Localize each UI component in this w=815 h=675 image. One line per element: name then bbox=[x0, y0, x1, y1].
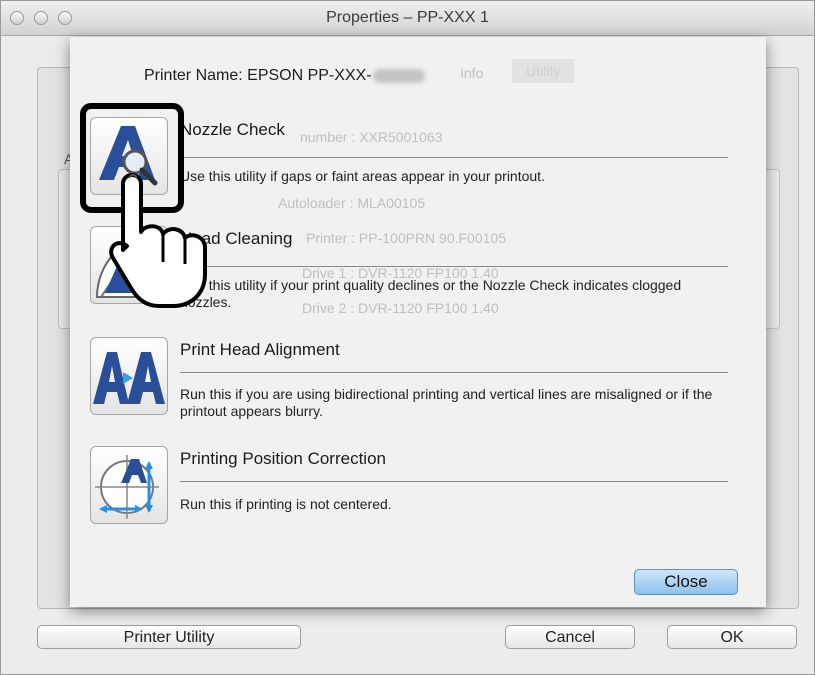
cancel-button[interactable]: Cancel bbox=[505, 625, 635, 649]
ghost-line: Autoloader : MLA00105 bbox=[278, 195, 426, 211]
properties-window: Properties – PP-XXX 1 A Printer Utility … bbox=[0, 0, 815, 675]
print-head-alignment-icon[interactable] bbox=[90, 337, 168, 415]
nozzle-check-description: Use this utility if gaps or faint areas … bbox=[180, 168, 545, 184]
divider bbox=[180, 266, 728, 267]
ghost-tab-utility: Utility bbox=[512, 59, 575, 83]
head-cleaning-description: Use this utility if your print quality d… bbox=[180, 277, 682, 310]
pointing-hand-icon bbox=[109, 173, 207, 308]
divider bbox=[180, 157, 728, 158]
ghost-tab-info: Info bbox=[460, 65, 484, 81]
printing-position-correction-title[interactable]: Printing Position Correction bbox=[180, 449, 386, 469]
printer-utility-button[interactable]: Printer Utility bbox=[37, 625, 301, 649]
divider bbox=[180, 372, 728, 373]
ghost-line: Printer : PP-100PRN 90.F00105 bbox=[306, 230, 506, 246]
printing-position-correction-icon[interactable] bbox=[90, 446, 168, 524]
print-head-alignment-description: Run this if you are using bidirectional … bbox=[180, 386, 713, 419]
nozzle-check-title[interactable]: Nozzle Check bbox=[180, 120, 285, 140]
print-head-alignment-title[interactable]: Print Head Alignment bbox=[180, 340, 340, 360]
ok-button[interactable]: OK bbox=[667, 625, 797, 649]
background-ghost-text: Info Utility number : XXR5001063 Autoloa… bbox=[220, 45, 760, 365]
close-button[interactable]: Close bbox=[634, 569, 738, 595]
divider bbox=[180, 481, 728, 482]
title-bar: Properties – PP-XXX 1 bbox=[1, 1, 814, 36]
ghost-line: number : XXR5001063 bbox=[300, 129, 443, 145]
printing-position-correction-description: Run this if printing is not centered. bbox=[180, 496, 392, 512]
printer-name-label: Printer Name: EPSON PP-XXX- bbox=[144, 67, 425, 85]
redacted-serial bbox=[372, 68, 425, 83]
window-title: Properties – PP-XXX 1 bbox=[326, 9, 489, 26]
